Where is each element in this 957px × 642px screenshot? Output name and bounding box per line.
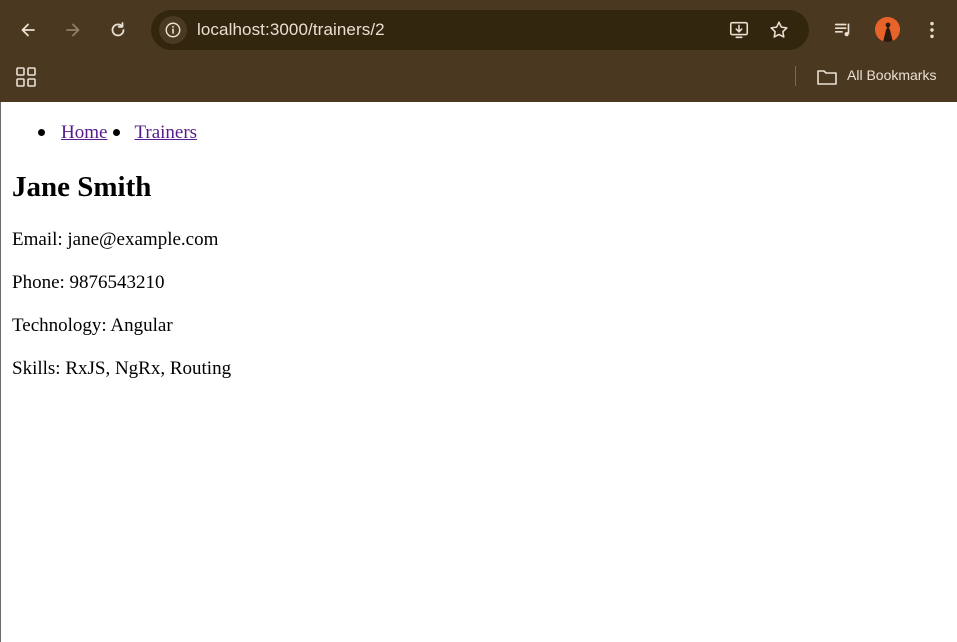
kebab-menu-icon [930, 21, 934, 39]
page-content: Home Trainers Jane Smith Email: jane@exam… [0, 102, 957, 642]
star-icon [770, 21, 788, 38]
nav-item-trainers: Trainers [107, 122, 197, 143]
bookmarks-divider [795, 66, 796, 86]
arrow-left-icon [21, 23, 35, 37]
install-icon [729, 21, 749, 39]
trainer-technology: Technology: Angular [12, 315, 173, 336]
bookmarks-bar: All Bookmarks [0, 60, 957, 102]
back-button[interactable] [12, 14, 44, 46]
install-app-button[interactable] [727, 18, 751, 42]
media-controls-button[interactable] [829, 16, 857, 44]
address-bar[interactable]: localhost:3000/trainers/2 [151, 10, 809, 50]
main-nav: Home Trainers [38, 122, 197, 144]
arrow-right-icon [66, 23, 80, 37]
all-bookmarks-link[interactable]: All Bookmarks [847, 67, 936, 83]
trainers-link[interactable]: Trainers [134, 122, 197, 143]
playlist-icon [834, 23, 850, 37]
browser-toolbar: localhost:3000/trainers/2 [0, 0, 957, 60]
nav-item-home: Home [38, 122, 107, 143]
browser-menu-button[interactable] [918, 16, 946, 44]
avatar-icon [875, 17, 900, 42]
forward-button[interactable] [57, 14, 89, 46]
trainer-phone: Phone: 9876543210 [12, 272, 165, 293]
apps-grid-icon[interactable] [15, 66, 37, 88]
trainer-email: Email: jane@example.com [12, 229, 219, 250]
bookmark-star-button[interactable] [767, 18, 791, 42]
profile-avatar[interactable] [875, 17, 900, 42]
reload-icon [111, 22, 125, 37]
folder-icon[interactable] [816, 67, 838, 87]
url-text[interactable]: localhost:3000/trainers/2 [197, 20, 385, 40]
site-info-button[interactable] [159, 16, 187, 44]
bullet-icon [38, 128, 45, 136]
bullet-icon [113, 128, 121, 136]
trainer-skills: Skills: RxJS, NgRx, Routing [12, 358, 232, 379]
trainer-name-heading: Jane Smith [12, 171, 152, 203]
reload-button[interactable] [102, 14, 134, 46]
browser-chrome: localhost:3000/trainers/2 All Bookmarks [0, 0, 957, 102]
info-icon [165, 22, 181, 38]
home-link[interactable]: Home [61, 122, 107, 143]
